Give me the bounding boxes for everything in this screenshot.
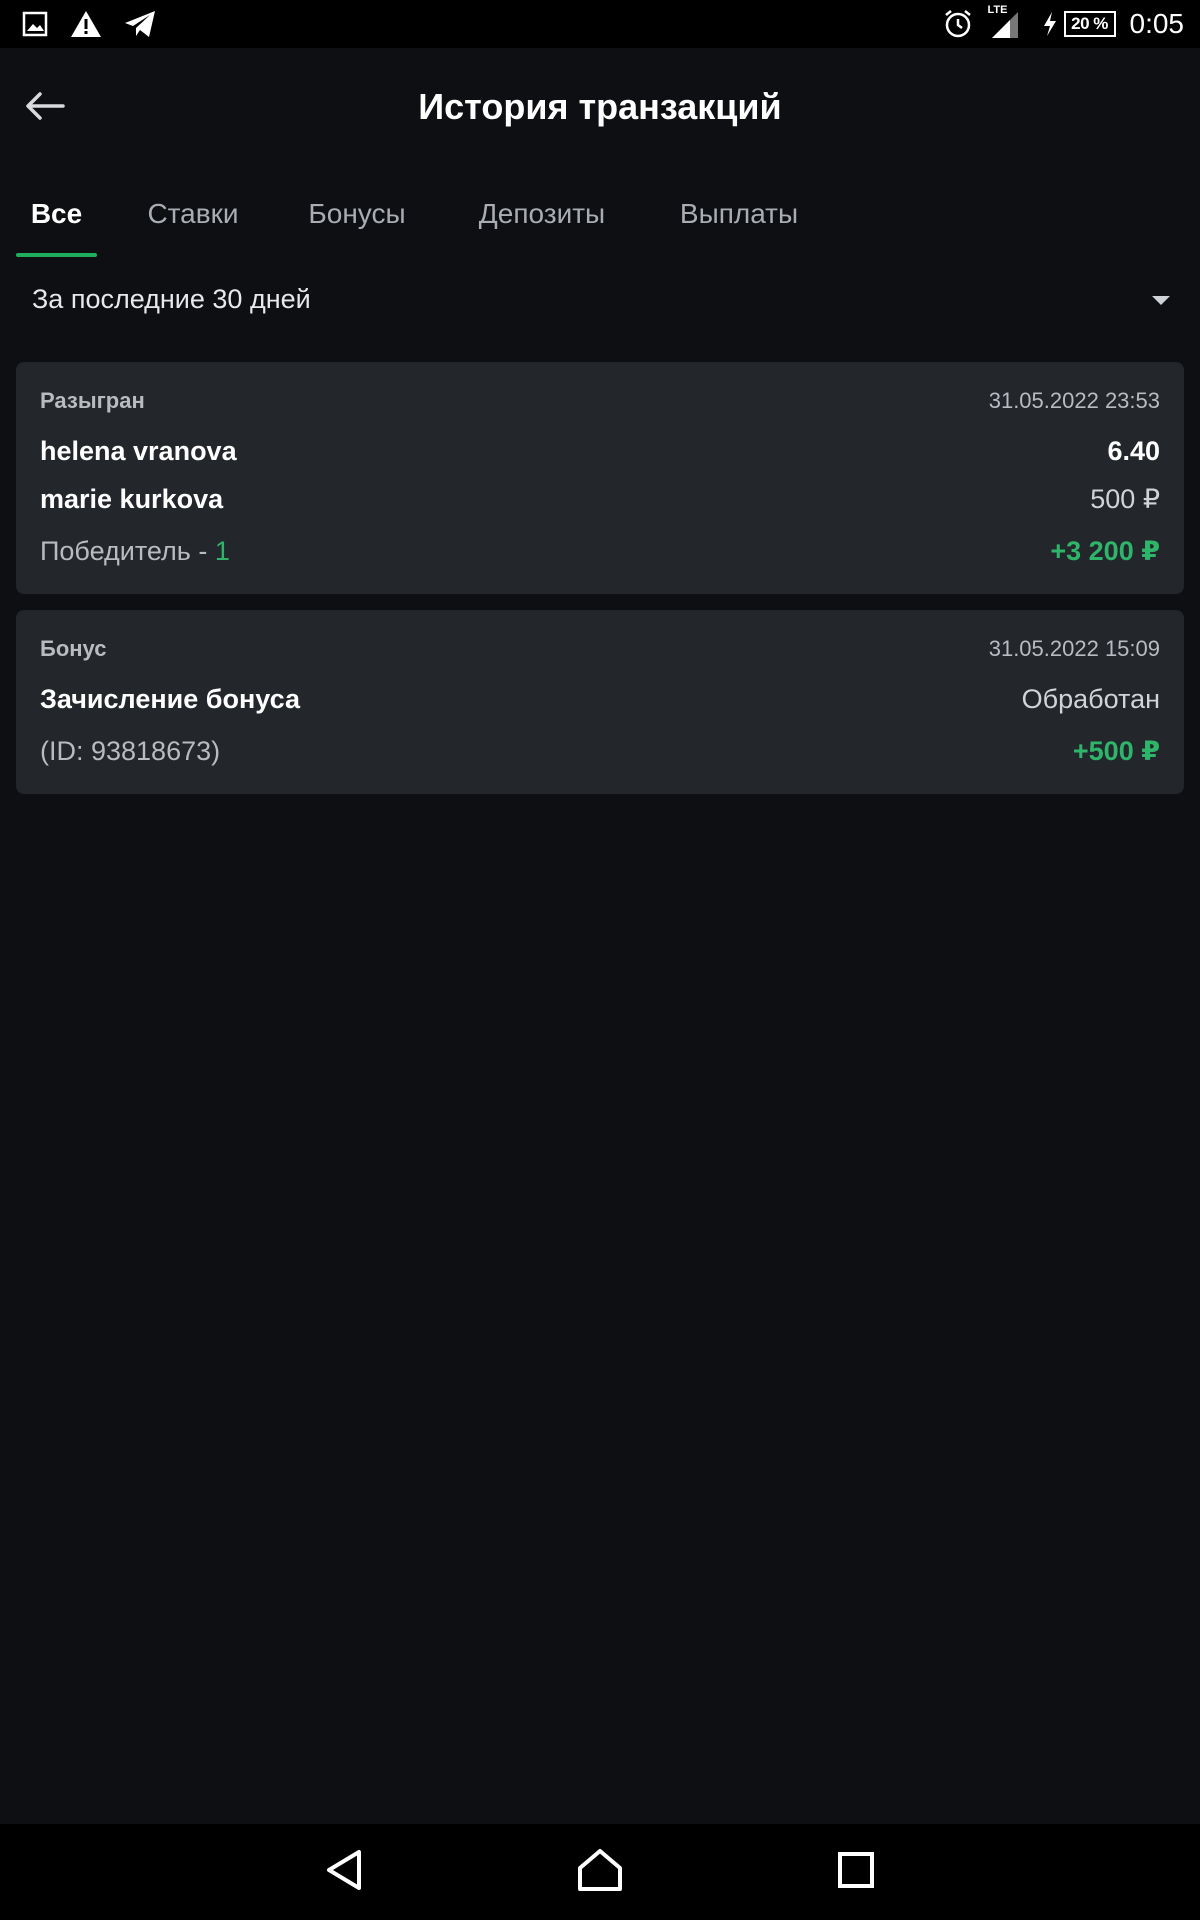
page-title: История транзакций [418, 86, 782, 127]
player-name: helena vranova [40, 436, 237, 466]
image-icon [22, 11, 48, 37]
period-filter-dropdown[interactable]: За последние 30 дней [0, 268, 1200, 334]
player-name: marie kurkova [40, 484, 224, 514]
period-label: За последние 30 дней [32, 284, 311, 314]
transaction-id: (ID: 93818673) [40, 736, 221, 766]
transaction-type: Бонус [40, 636, 107, 661]
winner-value: 1 [214, 536, 230, 566]
win-amount: +3 200 ₽ [1050, 536, 1160, 566]
tab-deposits[interactable]: Депозиты [462, 170, 622, 258]
transaction-date: 31.05.2022 15:09 [988, 636, 1160, 661]
bonus-amount: +500 ₽ [1072, 736, 1160, 766]
back-triangle-icon [324, 1848, 364, 1897]
telegram-icon [124, 10, 156, 38]
tabs: Все Ставки Бонусы Депозиты Выплаты [0, 170, 1200, 258]
transaction-card[interactable]: Разыгран 31.05.2022 23:53 helena vranova… [16, 362, 1184, 594]
chevron-down-icon [1152, 296, 1170, 305]
stake-amount: 500 ₽ [1090, 484, 1160, 514]
status-bar: LTE 20 % 0:05 [0, 0, 1200, 48]
transaction-card[interactable]: Бонус 31.05.2022 15:09 Зачисление бонуса… [16, 610, 1184, 794]
network-label: LTE [987, 4, 1008, 16]
battery-icon: 20 % [1063, 11, 1116, 37]
warning-icon [70, 10, 102, 38]
tab-indicator [16, 253, 97, 257]
transaction-type: Разыгран [40, 388, 145, 413]
nav-home-button[interactable] [574, 1846, 626, 1898]
tab-payouts[interactable]: Выплаты [664, 170, 814, 258]
transaction-date: 31.05.2022 23:53 [988, 388, 1160, 413]
home-icon [576, 1848, 624, 1897]
transaction-title: Зачисление бонуса [40, 684, 300, 714]
odds-value: 6.40 [1107, 436, 1160, 466]
system-nav-bar [0, 1824, 1200, 1920]
alarm-icon [942, 8, 974, 40]
charging-icon [1042, 11, 1058, 37]
winner-label: Победитель - 1 [40, 536, 230, 566]
app-header: История транзакций [0, 48, 1200, 170]
nav-back-button[interactable] [318, 1846, 370, 1898]
signal-icon: LTE [988, 4, 1022, 40]
transaction-status: Обработан [1021, 684, 1160, 714]
clock: 0:05 [1129, 8, 1185, 39]
recents-icon [836, 1850, 876, 1895]
battery-percent: 20 % [1071, 14, 1108, 33]
nav-recents-button[interactable] [830, 1846, 882, 1898]
tab-all[interactable]: Все [16, 170, 97, 258]
tab-bets[interactable]: Ставки [132, 170, 254, 258]
tab-bonuses[interactable]: Бонусы [294, 170, 420, 258]
